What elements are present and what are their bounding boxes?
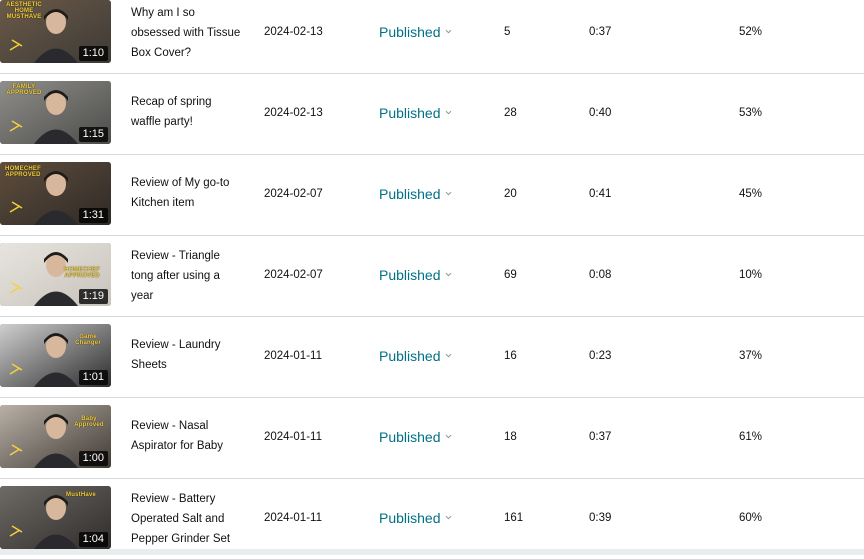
video-title-text: Review - Laundry Sheets bbox=[131, 339, 221, 371]
duration-badge: 1:31 bbox=[78, 208, 108, 223]
publish-date: 2024-02-07 bbox=[264, 269, 323, 281]
table-row: FAMILY APPROVED 1:15 Recap of spring waf… bbox=[0, 74, 864, 155]
completion-rate: 53% bbox=[739, 107, 763, 119]
video-title[interactable]: Review - Battery Operated Salt and Peppe… bbox=[131, 489, 243, 545]
avg-watch-time: 0:39 bbox=[589, 512, 612, 524]
thumbnail-caption: MustHave bbox=[66, 492, 96, 498]
video-title-text: Recap of spring waffle party! bbox=[131, 96, 212, 128]
views-count: 69 bbox=[504, 269, 517, 281]
status-dropdown[interactable]: Published bbox=[379, 185, 452, 203]
video-title[interactable]: Review of My go-to Kitchen item bbox=[131, 165, 243, 221]
duration-badge: 1:04 bbox=[78, 532, 108, 547]
avg-watch-time: 0:08 bbox=[589, 269, 612, 281]
table-row: HOMECHEF APPROVED 1:31 Review of My go-t… bbox=[0, 155, 864, 236]
horizontal-scrollbar[interactable] bbox=[0, 549, 864, 555]
table-row: HOMECHEF APPROVED 1:19 Review - Triangle… bbox=[0, 236, 864, 317]
chevron-down-icon bbox=[445, 110, 451, 115]
thumbnail-caption: Baby Approved bbox=[74, 416, 104, 428]
thumbnail-caption: HOMECHEF APPROVED bbox=[5, 166, 41, 178]
completion-rate: 61% bbox=[739, 431, 763, 443]
chevron-down-icon bbox=[445, 515, 451, 520]
status-label: Published bbox=[379, 348, 441, 364]
video-title[interactable]: Recap of spring waffle party! bbox=[131, 84, 243, 140]
video-thumbnail[interactable]: FAMILY APPROVED 1:15 bbox=[0, 81, 111, 144]
duration-badge: 1:10 bbox=[78, 46, 108, 61]
completion-rate: 52% bbox=[739, 26, 763, 38]
views-count: 16 bbox=[504, 350, 517, 362]
video-title-text: Review - Battery Operated Salt and Peppe… bbox=[131, 493, 231, 545]
chevron-down-icon bbox=[445, 29, 451, 34]
video-title-text: Review - Nasal Aspirator for Baby bbox=[131, 420, 224, 452]
completion-rate: 60% bbox=[739, 512, 763, 524]
views-count: 28 bbox=[504, 107, 517, 119]
video-thumbnail[interactable]: AESTHETIC HOME MUSTHAVE 1:10 bbox=[0, 0, 111, 63]
status-label: Published bbox=[379, 24, 441, 40]
thumbnail-caption: Game Changer bbox=[75, 334, 101, 346]
video-thumbnail[interactable]: HOMECHEF APPROVED 1:19 bbox=[0, 243, 111, 306]
views-count: 20 bbox=[504, 188, 517, 200]
publish-date: 2024-01-11 bbox=[264, 431, 322, 443]
status-dropdown[interactable]: Published bbox=[379, 104, 452, 122]
status-dropdown[interactable]: Published bbox=[379, 266, 452, 284]
avg-watch-time: 0:40 bbox=[589, 107, 612, 119]
publish-date: 2024-02-13 bbox=[264, 26, 323, 38]
status-label: Published bbox=[379, 510, 441, 526]
views-count: 161 bbox=[504, 512, 524, 524]
duration-badge: 1:01 bbox=[78, 370, 108, 385]
duration-badge: 1:00 bbox=[78, 451, 108, 466]
video-title[interactable]: Review - Nasal Aspirator for Baby bbox=[131, 408, 243, 464]
views-count: 18 bbox=[504, 431, 517, 443]
status-label: Published bbox=[379, 186, 441, 202]
video-table: AESTHETIC HOME MUSTHAVE 1:10 Why am I so… bbox=[0, 0, 864, 560]
status-dropdown[interactable]: Published bbox=[379, 428, 452, 446]
status-label: Published bbox=[379, 429, 441, 445]
table-row: MustHave 1:04 Review - Battery Operated … bbox=[0, 479, 864, 560]
video-thumbnail[interactable]: Baby Approved 1:00 bbox=[0, 405, 111, 468]
status-dropdown[interactable]: Published bbox=[379, 509, 452, 527]
table-row: Game Changer 1:01 Review - Laundry Sheet… bbox=[0, 317, 864, 398]
video-title[interactable]: Why am I so obsessed with Tissue Box Cov… bbox=[131, 3, 243, 59]
chevron-down-icon bbox=[445, 434, 451, 439]
status-dropdown[interactable]: Published bbox=[379, 23, 452, 41]
avg-watch-time: 0:23 bbox=[589, 350, 612, 362]
video-title-text: Review - Triangle tong after using a yea… bbox=[131, 250, 220, 302]
status-label: Published bbox=[379, 267, 441, 283]
table-row: AESTHETIC HOME MUSTHAVE 1:10 Why am I so… bbox=[0, 0, 864, 74]
avg-watch-time: 0:41 bbox=[589, 188, 612, 200]
thumbnail-caption: HOMECHEF APPROVED bbox=[64, 267, 100, 279]
avg-watch-time: 0:37 bbox=[589, 26, 612, 38]
status-label: Published bbox=[379, 105, 441, 121]
status-dropdown[interactable]: Published bbox=[379, 347, 452, 365]
chevron-down-icon bbox=[445, 272, 451, 277]
video-title[interactable]: Review - Laundry Sheets bbox=[131, 327, 243, 383]
avg-watch-time: 0:37 bbox=[589, 431, 612, 443]
video-title[interactable]: Review - Triangle tong after using a yea… bbox=[131, 246, 243, 302]
completion-rate: 45% bbox=[739, 188, 763, 200]
video-title-text: Why am I so obsessed with Tissue Box Cov… bbox=[131, 7, 241, 59]
completion-rate: 10% bbox=[739, 269, 763, 281]
duration-badge: 1:19 bbox=[78, 289, 108, 304]
video-thumbnail[interactable]: Game Changer 1:01 bbox=[0, 324, 111, 387]
chevron-down-icon bbox=[445, 353, 451, 358]
chevron-down-icon bbox=[445, 191, 451, 196]
publish-date: 2024-02-13 bbox=[264, 107, 323, 119]
completion-rate: 37% bbox=[739, 350, 763, 362]
thumbnail-caption: FAMILY APPROVED bbox=[6, 84, 42, 96]
video-title-text: Review of My go-to Kitchen item bbox=[131, 177, 230, 209]
duration-badge: 1:15 bbox=[78, 127, 108, 142]
publish-date: 2024-01-11 bbox=[264, 512, 322, 524]
video-thumbnail[interactable]: HOMECHEF APPROVED 1:31 bbox=[0, 162, 111, 225]
views-count: 5 bbox=[504, 26, 511, 38]
publish-date: 2024-01-11 bbox=[264, 350, 322, 362]
publish-date: 2024-02-07 bbox=[264, 188, 323, 200]
table-row: Baby Approved 1:00 Review - Nasal Aspira… bbox=[0, 398, 864, 479]
video-thumbnail[interactable]: MustHave 1:04 bbox=[0, 486, 111, 549]
thumbnail-caption: AESTHETIC HOME MUSTHAVE bbox=[6, 2, 42, 20]
